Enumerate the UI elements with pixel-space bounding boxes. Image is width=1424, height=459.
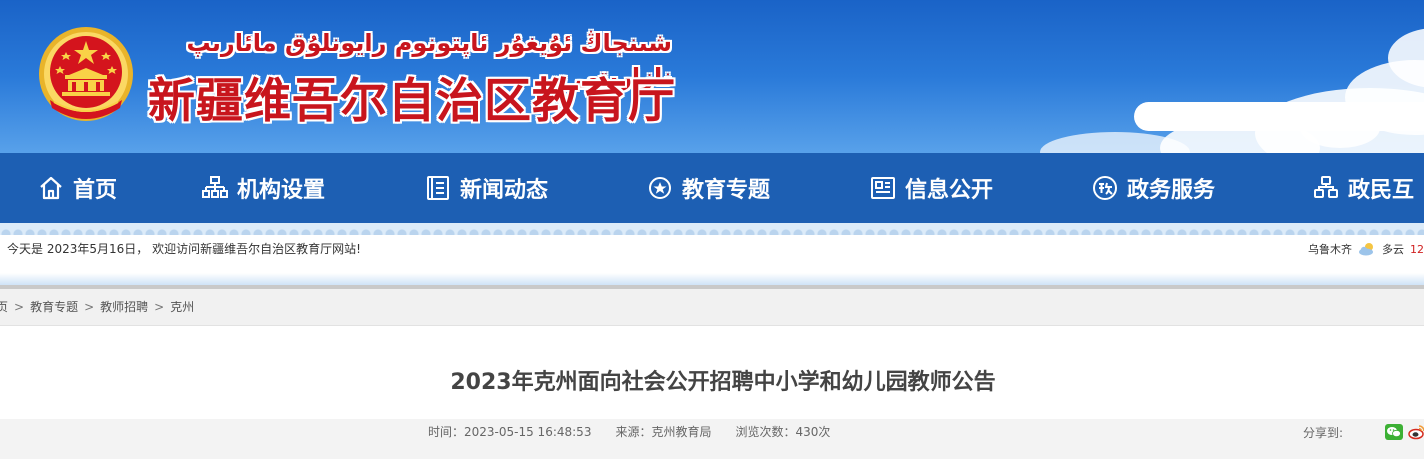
welcome-text: 今天是 2023年5月16日， 欢迎访问新疆维吾尔自治区教育厅网站! bbox=[7, 242, 361, 256]
wechat-icon bbox=[1385, 424, 1404, 440]
nav-label: 首页 bbox=[73, 178, 118, 203]
org-chart-icon bbox=[202, 176, 228, 198]
nav-item-interaction[interactable]: 政民互 bbox=[1313, 153, 1414, 223]
wave-divider bbox=[0, 223, 1424, 235]
nav-label: 机构设置 bbox=[237, 178, 326, 203]
nav-label: 政务服务 bbox=[1127, 178, 1216, 203]
weibo-icon bbox=[1408, 425, 1424, 440]
share-label: 分享到: bbox=[1303, 425, 1344, 440]
info-bar: 今天是 2023年5月16日， 欢迎访问新疆维吾尔自治区教育厅网站! 乌鲁木齐 … bbox=[0, 235, 1424, 273]
site-title: 新疆维吾尔自治区教育厅 bbox=[148, 74, 676, 129]
breadcrumb-education-topics[interactable]: 教育专题 bbox=[30, 300, 78, 314]
national-emblem-logo bbox=[39, 27, 133, 121]
nav-label: 新闻动态 bbox=[460, 178, 549, 203]
weather-condition: 多云 bbox=[1382, 243, 1404, 256]
nav-item-gov-service[interactable]: 政务服务 bbox=[1092, 153, 1215, 223]
view-count: 浏览次数：430次 bbox=[735, 425, 831, 439]
nav-label: 政民互 bbox=[1348, 178, 1415, 203]
nav-item-home[interactable]: 首页 bbox=[38, 153, 117, 223]
nav-item-topics[interactable]: 教育专题 bbox=[647, 153, 770, 223]
search-input[interactable] bbox=[1134, 102, 1424, 131]
topics-icon bbox=[649, 177, 671, 199]
gov-service-icon bbox=[1093, 176, 1117, 200]
breadcrumb-separator: > bbox=[154, 300, 165, 314]
breadcrumb: 页 > 教育专题 > 教师招聘 > 克州 bbox=[0, 289, 1424, 326]
nav-item-news[interactable]: 新闻动态 bbox=[425, 153, 548, 223]
breadcrumb-separator: > bbox=[84, 300, 95, 314]
home-icon bbox=[40, 176, 62, 200]
nav-item-org[interactable]: 机构设置 bbox=[202, 153, 325, 223]
weather-widget: 乌鲁木齐 多云 12 bbox=[1308, 235, 1424, 263]
main-nav: 首页 机构设置 新闻动态 教育专题 信息公开 政务服务 政民互 bbox=[0, 153, 1424, 223]
weather-city: 乌鲁木齐 bbox=[1308, 243, 1352, 256]
breadcrumb-teacher-recruitment[interactable]: 教师招聘 bbox=[100, 300, 148, 314]
article-source: 来源：克州教育局 bbox=[615, 425, 712, 439]
publish-time: 时间：2023-05-15 16:48:53 bbox=[428, 425, 592, 439]
weather-temperature: 12 bbox=[1410, 242, 1424, 256]
nav-item-info[interactable]: 信息公开 bbox=[870, 153, 993, 223]
breadcrumb-kezhou[interactable]: 克州 bbox=[170, 300, 194, 314]
article-meta: 时间：2023-05-15 16:48:53 来源：克州教育局 浏览次数：430次 bbox=[428, 419, 854, 445]
article-title: 2023年克州面向社会公开招聘中小学和幼儿园教师公告 bbox=[450, 370, 996, 395]
share-section: 分享到: bbox=[1303, 419, 1424, 445]
news-icon bbox=[427, 176, 449, 200]
breadcrumb-separator: > bbox=[14, 300, 25, 314]
header-banner: شىنجاڭ ئۇيغۇر ئاپتونوم رايونلۇق مائارىپ … bbox=[0, 0, 1424, 153]
nav-label: 教育专题 bbox=[682, 178, 771, 203]
info-bar-gradient bbox=[0, 273, 1424, 285]
share-wechat-button[interactable] bbox=[1385, 424, 1404, 440]
partly-cloudy-icon bbox=[1359, 243, 1373, 256]
article-meta-bar: 时间：2023-05-15 16:48:53 来源：克州教育局 浏览次数：430次 … bbox=[0, 419, 1424, 459]
breadcrumb-home[interactable]: 页 bbox=[0, 300, 8, 314]
nav-label: 信息公开 bbox=[905, 178, 994, 203]
info-icon bbox=[871, 177, 895, 199]
uyghur-site-title: شىنجاڭ ئۇيغۇر ئاپتونوم رايونلۇق مائارىپ … bbox=[186, 29, 672, 91]
interaction-icon bbox=[1314, 176, 1338, 198]
share-weibo-button[interactable] bbox=[1408, 424, 1424, 440]
